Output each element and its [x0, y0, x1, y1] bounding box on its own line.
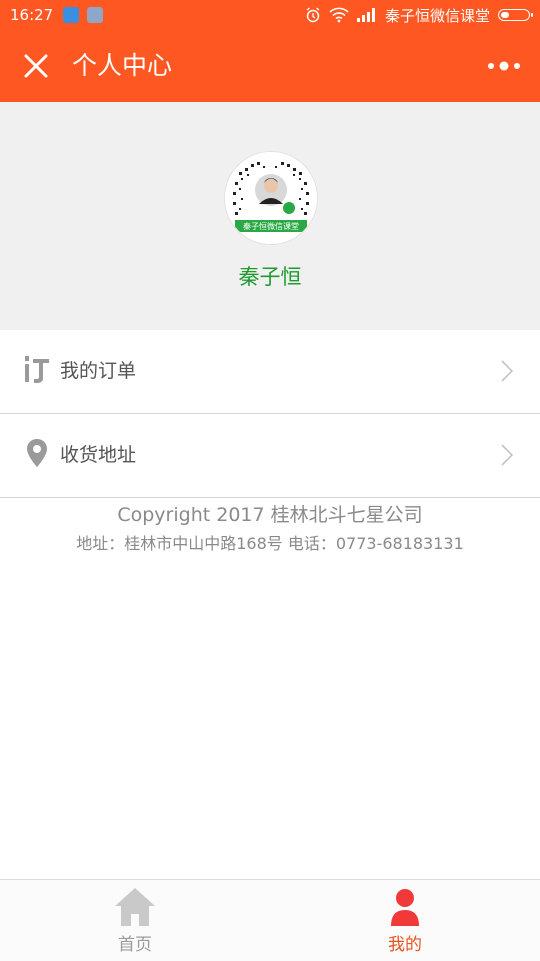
status-bar: 16:27 秦子恒微信课堂	[0, 0, 540, 30]
order-icon	[25, 356, 49, 383]
wifi-icon	[329, 7, 349, 23]
tab-home[interactable]: 首页	[0, 880, 270, 961]
chevron-right-icon	[501, 444, 514, 466]
menu-label-orders: 我的订单	[60, 360, 137, 382]
tab-bar: 首页 我的	[0, 879, 540, 961]
address-text: 地址：桂林市中山中路168号 电话：0773-68183131	[76, 534, 464, 553]
alarm-icon	[306, 7, 320, 23]
menu-item-address[interactable]: 收货地址	[0, 414, 540, 498]
battery-icon	[498, 9, 533, 21]
upload-app-icon	[63, 7, 80, 23]
qr-code-avatar-icon: 秦子恒微信课堂	[225, 152, 317, 244]
menu-item-orders[interactable]: 我的订单	[0, 330, 540, 414]
close-icon[interactable]	[20, 50, 52, 82]
avatar[interactable]: 秦子恒微信课堂	[225, 152, 317, 244]
more-dots-icon[interactable]	[486, 54, 522, 78]
tab-me[interactable]: 我的	[270, 880, 540, 961]
nav-bar: 个人中心	[0, 30, 540, 102]
user-name: 秦子恒	[238, 265, 302, 289]
location-pin-icon	[27, 439, 47, 467]
home-icon	[115, 888, 155, 926]
page-title: 个人中心	[72, 51, 173, 80]
signal-icon	[356, 8, 375, 22]
profile-header: 秦子恒微信课堂 秦子恒	[0, 102, 540, 330]
tab-label-me: 我的	[388, 935, 422, 955]
note-app-icon	[87, 7, 104, 23]
avatar-caption: 秦子恒微信课堂	[243, 221, 299, 231]
tab-label-home: 首页	[118, 935, 152, 955]
chevron-right-icon	[501, 360, 514, 382]
user-icon	[391, 889, 419, 926]
menu-label-address: 收货地址	[60, 444, 137, 466]
carrier-label: 秦子恒微信课堂	[384, 6, 490, 25]
copyright-text: Copyright 2017 桂林北斗七星公司	[117, 504, 423, 526]
status-time: 16:27	[10, 6, 54, 24]
